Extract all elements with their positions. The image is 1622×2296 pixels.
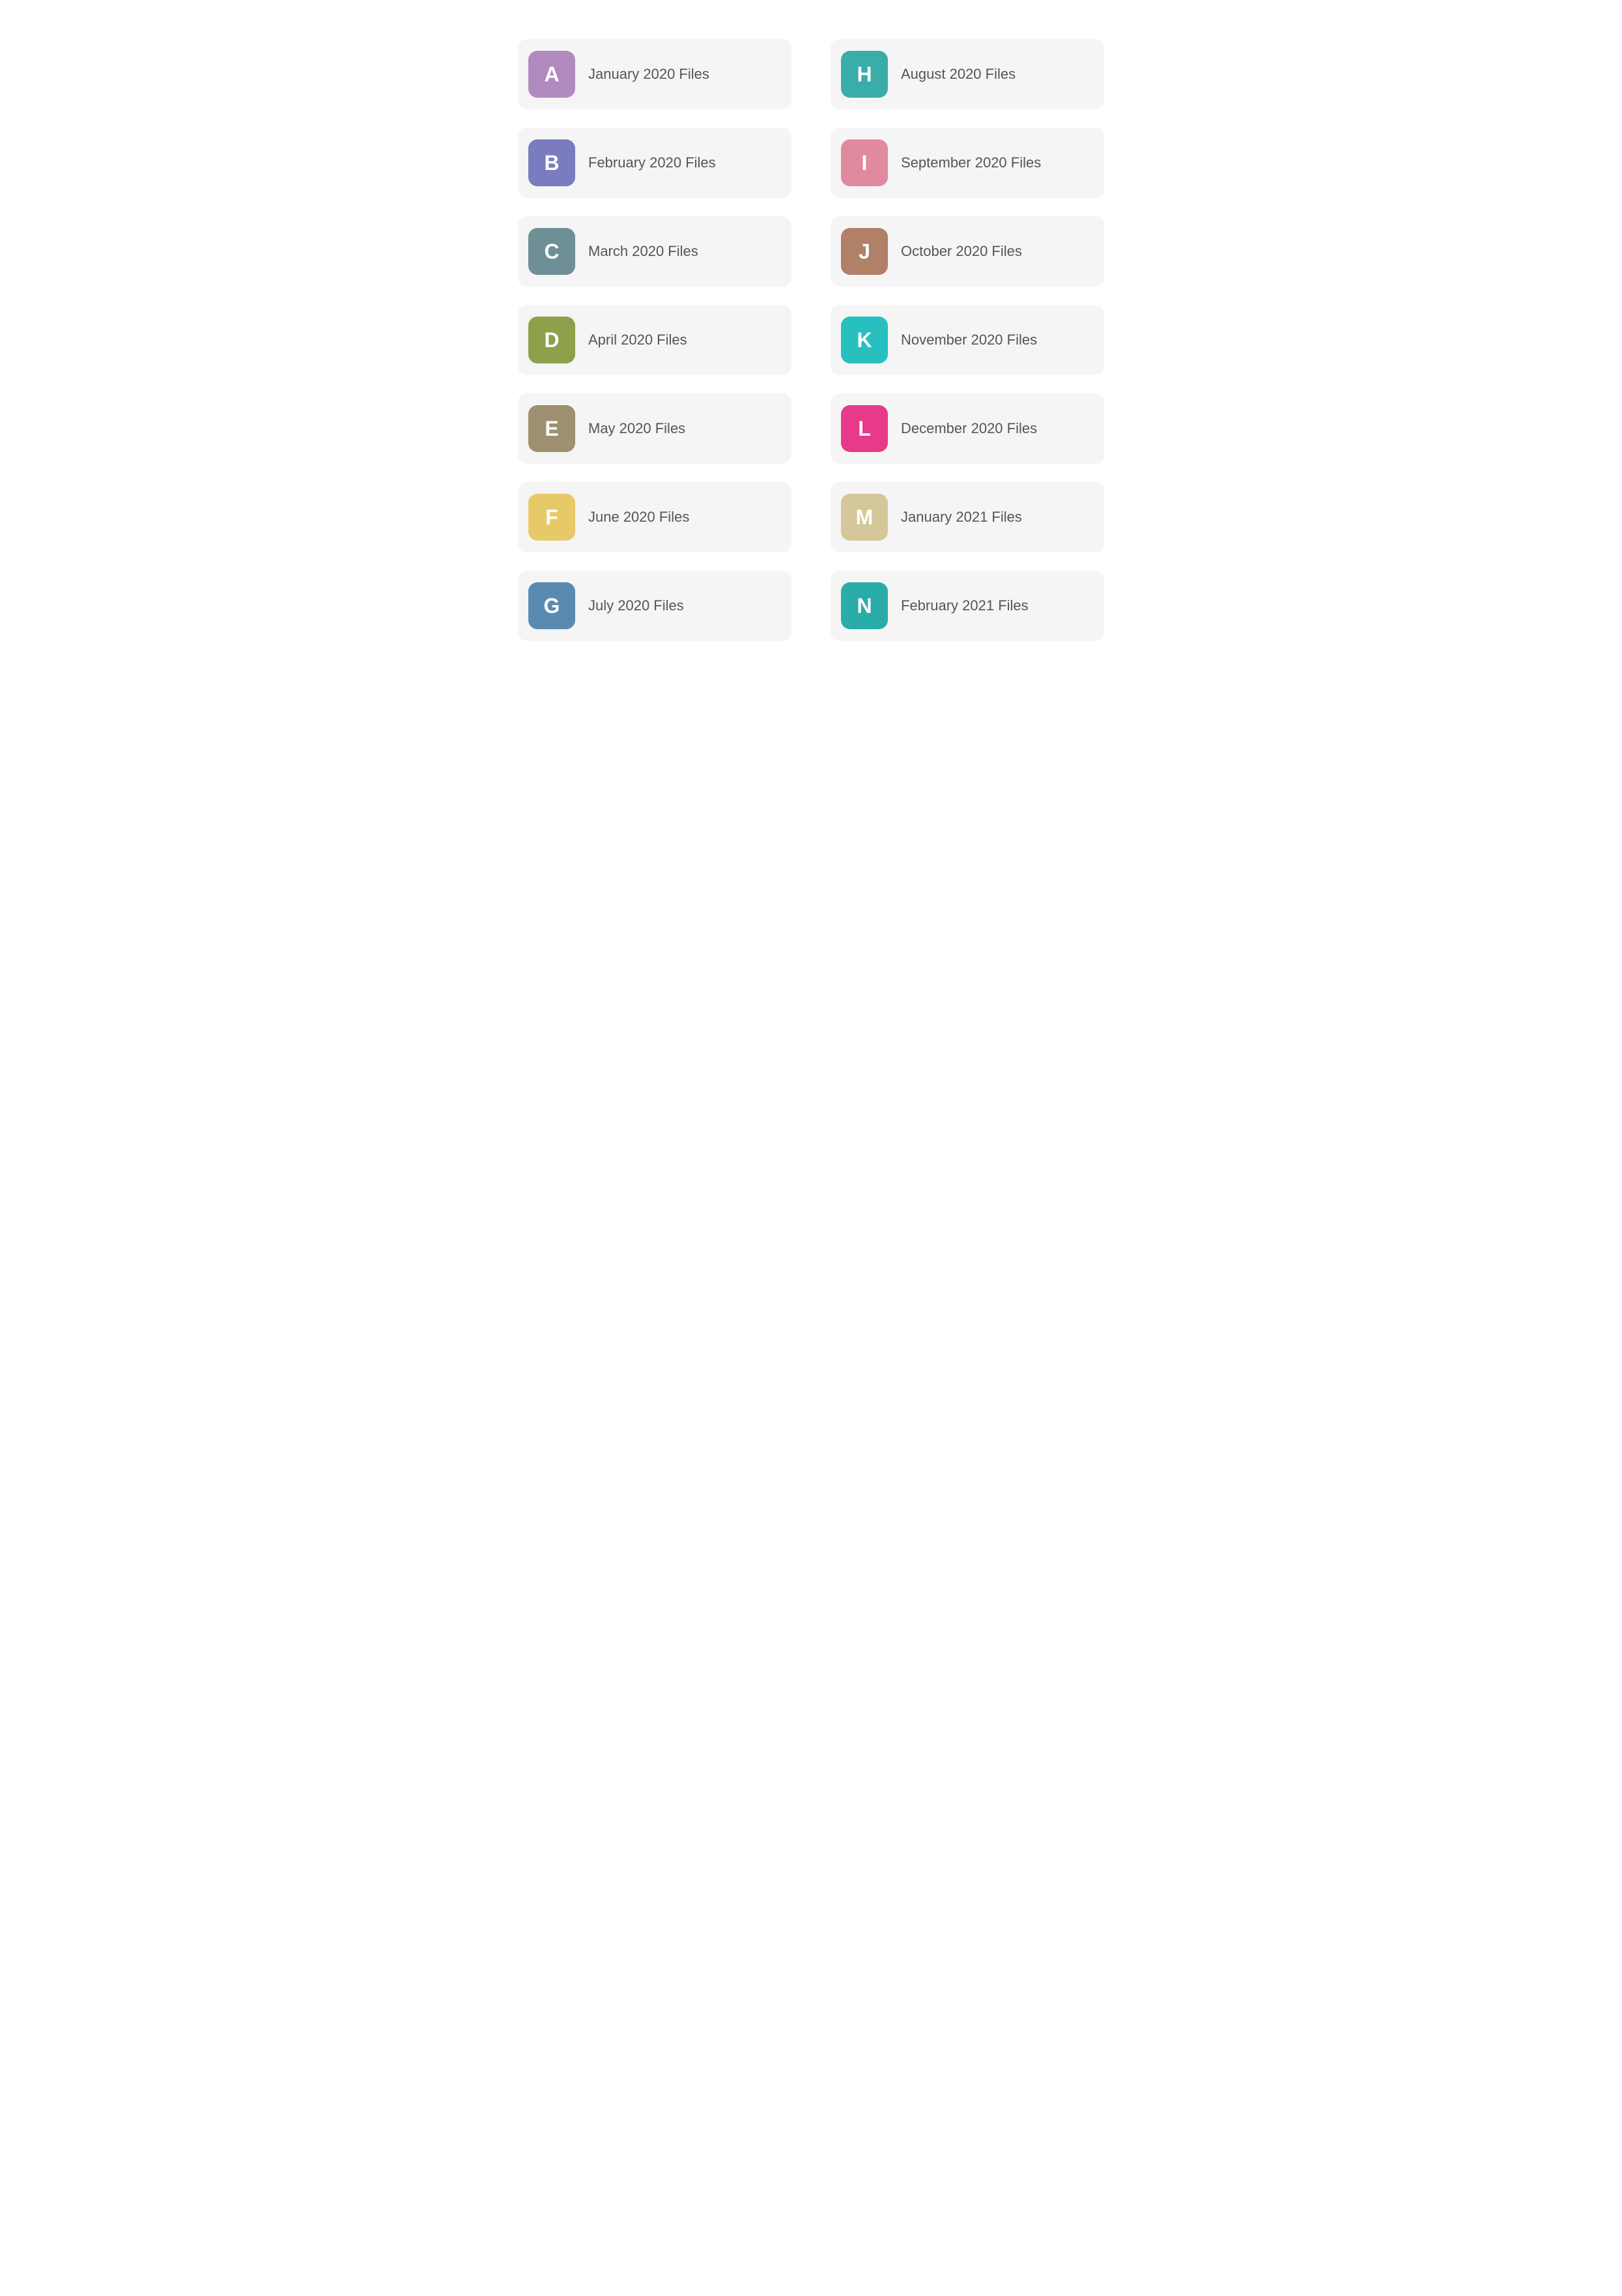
file-label-f: June 2020 Files [588,509,689,526]
avatar-d: D [528,317,575,363]
avatar-letter-d: D [544,328,559,352]
avatar-letter-m: M [856,505,874,530]
file-item-h[interactable]: H August 2020 Files [831,39,1104,109]
file-label-i: September 2020 Files [901,154,1041,171]
file-item-e[interactable]: E May 2020 Files [518,393,791,464]
file-label-b: February 2020 Files [588,154,716,171]
avatar-letter-g: G [544,594,560,618]
file-label-g: July 2020 Files [588,597,684,614]
avatar-letter-j: J [859,240,870,264]
file-label-a: January 2020 Files [588,66,709,83]
avatar-g: G [528,582,575,629]
avatar-letter-l: L [858,417,871,441]
avatar-c: C [528,228,575,275]
file-item-m[interactable]: M January 2021 Files [831,482,1104,552]
avatar-a: A [528,51,575,98]
file-item-a[interactable]: A January 2020 Files [518,39,791,109]
file-item-j[interactable]: J October 2020 Files [831,216,1104,287]
avatar-letter-i: I [862,151,868,175]
avatar-e: E [528,405,575,452]
file-label-m: January 2021 Files [901,509,1022,526]
file-item-k[interactable]: K November 2020 Files [831,305,1104,375]
file-item-l[interactable]: L December 2020 Files [831,393,1104,464]
avatar-n: N [841,582,888,629]
avatar-h: H [841,51,888,98]
file-item-c[interactable]: C March 2020 Files [518,216,791,287]
avatar-letter-a: A [544,63,559,87]
file-item-i[interactable]: I September 2020 Files [831,128,1104,198]
file-item-d[interactable]: D April 2020 Files [518,305,791,375]
file-item-f[interactable]: F June 2020 Files [518,482,791,552]
avatar-k: K [841,317,888,363]
avatar-letter-h: H [857,63,872,87]
avatar-letter-b: B [544,151,559,175]
file-item-n[interactable]: N February 2021 Files [831,571,1104,641]
avatar-letter-c: C [544,240,559,264]
file-label-h: August 2020 Files [901,66,1016,83]
avatar-b: B [528,139,575,186]
avatar-i: I [841,139,888,186]
avatar-j: J [841,228,888,275]
file-label-j: October 2020 Files [901,243,1022,260]
avatar-l: L [841,405,888,452]
files-grid: A January 2020 Files H August 2020 Files B Fe… [518,39,1104,641]
file-label-l: December 2020 Files [901,420,1037,437]
avatar-m: M [841,494,888,541]
avatar-letter-e: E [545,417,558,441]
file-label-c: March 2020 Files [588,243,698,260]
file-item-b[interactable]: B February 2020 Files [518,128,791,198]
file-label-n: February 2021 Files [901,597,1029,614]
file-item-g[interactable]: G July 2020 Files [518,571,791,641]
avatar-letter-f: F [545,505,558,530]
file-label-e: May 2020 Files [588,420,685,437]
file-label-d: April 2020 Files [588,332,687,348]
avatar-f: F [528,494,575,541]
avatar-letter-k: K [857,328,872,352]
file-label-k: November 2020 Files [901,332,1037,348]
avatar-letter-n: N [857,594,872,618]
